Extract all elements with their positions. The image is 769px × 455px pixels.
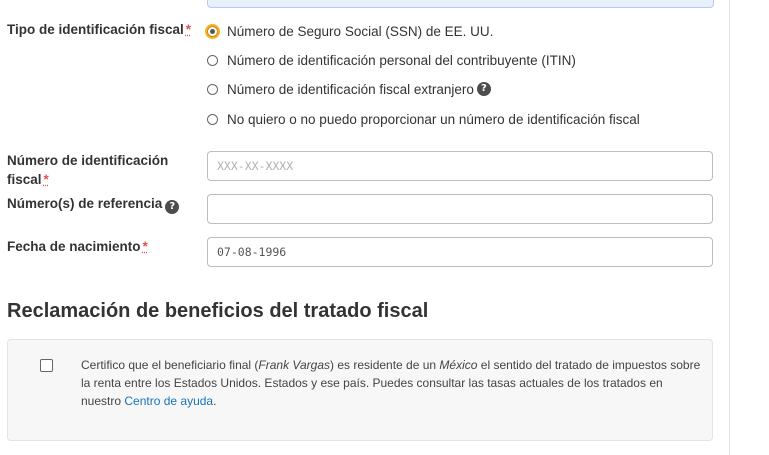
radio-button-ssn[interactable] [207, 25, 218, 37]
beneficial-owner-name: Frank Vargas [258, 358, 331, 372]
tax-id-number-label-line2: fiscal [7, 172, 42, 187]
radio-button-no-tin[interactable] [207, 113, 218, 125]
tax-id-type-label-text: Tipo de identificación fiscal [7, 22, 184, 37]
radio-label-no-tin: No quiero o no puedo proporcionar un núm… [227, 111, 640, 127]
treaty-certification-card: Certifico que el beneficiario final (Fra… [7, 339, 713, 441]
radio-option-ssn[interactable]: Número de Seguro Social (SSN) de EE. UU. [207, 22, 493, 40]
help-icon[interactable]: ? [165, 200, 180, 214]
birth-date-label-text: Fecha de nacimiento [7, 239, 141, 254]
radio-option-itin[interactable]: Número de identificación personal del co… [207, 51, 576, 69]
panel-divider [729, 0, 730, 455]
tax-id-number-input[interactable] [207, 151, 713, 181]
previous-field-input[interactable] [207, 0, 714, 8]
radio-label-itin: Número de identificación personal del co… [227, 52, 576, 68]
radio-label-ssn: Número de Seguro Social (SSN) de EE. UU. [227, 23, 494, 39]
tax-id-type-label: Tipo de identificación fiscal * [7, 20, 191, 39]
radio-option-no-tin[interactable]: No quiero o no puedo proporcionar un núm… [207, 110, 640, 128]
cert-text-part: Certifico que el beneficiario final ( [81, 358, 259, 372]
tax-id-number-label: Número de identificación fiscal * [7, 151, 168, 189]
radio-button-foreign-tin[interactable] [207, 83, 218, 95]
treaty-certification-text: Certifico que el beneficiario final (Fra… [81, 356, 701, 410]
reference-numbers-input[interactable] [207, 194, 713, 224]
residence-country: México [439, 358, 478, 372]
reference-numbers-label-text: Número(s) de referencia [7, 196, 163, 211]
birth-date-input[interactable] [207, 237, 713, 267]
birth-date-label: Fecha de nacimiento * [7, 237, 148, 256]
cert-text-part: . [213, 394, 217, 408]
reference-numbers-label: Número(s) de referencia? [7, 194, 180, 214]
help-center-link[interactable]: Centro de ayuda [124, 394, 213, 408]
help-icon[interactable]: ? [476, 82, 491, 96]
radio-label-foreign-tin: Número de identificación fiscal extranje… [227, 81, 474, 97]
required-marker: * [185, 22, 192, 37]
treaty-section-title: Reclamación de beneficios del tratado fi… [7, 300, 429, 322]
radio-button-itin[interactable] [207, 54, 218, 66]
treaty-certify-checkbox[interactable] [40, 359, 53, 372]
tax-id-number-label-line1: Número de identificación [7, 153, 169, 168]
cert-text-part: ) es residente de un [330, 358, 440, 372]
required-marker: * [142, 239, 148, 254]
radio-option-foreign-tin[interactable]: Número de identificación fiscal extranje… [207, 80, 491, 98]
required-marker: * [43, 172, 49, 187]
